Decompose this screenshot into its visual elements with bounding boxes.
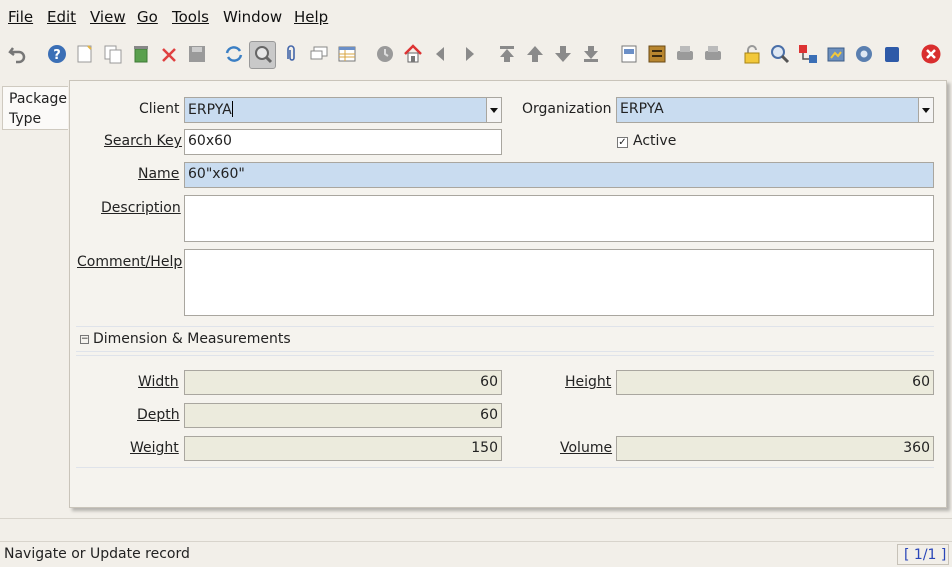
home-icon[interactable] bbox=[401, 42, 425, 66]
client-combo[interactable]: ERPYA bbox=[184, 97, 502, 123]
delete-selection-icon[interactable] bbox=[157, 42, 181, 66]
organization-value: ERPYA bbox=[620, 101, 664, 117]
tab-label-line2: Type bbox=[9, 111, 42, 127]
text-cursor bbox=[231, 101, 233, 117]
comment-help-field[interactable] bbox=[184, 249, 934, 316]
volume-label: Volume bbox=[560, 440, 613, 456]
refresh-icon[interactable] bbox=[222, 42, 246, 66]
volume-field[interactable]: 360 bbox=[616, 436, 934, 461]
close-icon[interactable] bbox=[919, 42, 943, 66]
zoom-across-icon[interactable] bbox=[768, 42, 792, 66]
print-preview-icon[interactable] bbox=[673, 42, 697, 66]
client-label: Client bbox=[139, 101, 180, 117]
forward-icon[interactable] bbox=[457, 42, 481, 66]
depth-label: Depth bbox=[137, 407, 180, 423]
last-record-icon[interactable] bbox=[579, 42, 603, 66]
menu-file[interactable]: File bbox=[8, 8, 33, 26]
back-icon[interactable] bbox=[429, 42, 453, 66]
description-field[interactable] bbox=[184, 195, 934, 242]
print-icon[interactable] bbox=[701, 42, 725, 66]
workflow-icon[interactable] bbox=[852, 42, 876, 66]
product-info-icon[interactable] bbox=[824, 42, 848, 66]
search-key-field[interactable]: 60x60 bbox=[184, 129, 502, 155]
tab-package-type[interactable]: Package Type bbox=[2, 86, 68, 130]
name-field[interactable]: 60"x60" bbox=[184, 162, 934, 188]
collapse-icon[interactable]: − bbox=[80, 335, 89, 344]
group-divider bbox=[76, 355, 934, 356]
tab-label-line1: Package bbox=[9, 91, 68, 107]
active-label: Active bbox=[633, 133, 677, 149]
undo-icon[interactable] bbox=[6, 42, 30, 66]
save-icon[interactable] bbox=[185, 42, 209, 66]
first-record-icon[interactable] bbox=[495, 42, 519, 66]
archive-icon[interactable] bbox=[645, 42, 669, 66]
weight-field[interactable]: 150 bbox=[184, 436, 502, 461]
grid-toggle-icon[interactable] bbox=[335, 42, 359, 66]
next-record-icon[interactable] bbox=[551, 42, 575, 66]
status-message: Navigate or Update record bbox=[4, 546, 190, 562]
delete-icon[interactable] bbox=[129, 42, 153, 66]
find-icon[interactable] bbox=[249, 41, 276, 69]
width-field[interactable]: 60 bbox=[184, 370, 502, 395]
svg-text:?: ? bbox=[53, 48, 61, 63]
weight-label: Weight bbox=[130, 440, 179, 456]
menu-edit[interactable]: Edit bbox=[47, 8, 76, 26]
client-dropdown-button[interactable] bbox=[486, 98, 501, 122]
report-icon[interactable] bbox=[617, 42, 641, 66]
status-separator bbox=[0, 518, 952, 519]
end-icon[interactable] bbox=[880, 42, 904, 66]
previous-record-icon[interactable] bbox=[523, 42, 547, 66]
new-record-icon[interactable] bbox=[73, 42, 97, 66]
request-icon[interactable] bbox=[796, 42, 820, 66]
chevron-down-icon bbox=[922, 107, 930, 113]
group-bottom-divider bbox=[76, 467, 934, 468]
organization-label: Organization bbox=[522, 101, 612, 117]
menu-go[interactable]: Go bbox=[137, 8, 158, 26]
dimension-group-title: Dimension & Measurements bbox=[93, 331, 291, 347]
depth-field[interactable]: 60 bbox=[184, 403, 502, 428]
height-field[interactable]: 60 bbox=[616, 370, 934, 395]
search-key-label: Search Key bbox=[104, 133, 182, 149]
organization-dropdown-button[interactable] bbox=[918, 98, 933, 122]
client-value: ERPYA bbox=[188, 102, 232, 118]
lock-icon[interactable] bbox=[740, 42, 764, 66]
help-icon[interactable]: ? bbox=[45, 42, 69, 66]
menu-tools[interactable]: Tools bbox=[172, 8, 209, 26]
history-icon[interactable] bbox=[373, 42, 397, 66]
organization-combo[interactable]: ERPYA bbox=[616, 97, 934, 123]
active-checkbox[interactable]: ✓ bbox=[617, 137, 628, 148]
height-label: Height bbox=[565, 374, 612, 390]
copy-record-icon[interactable] bbox=[101, 42, 125, 66]
dimension-group-header[interactable]: − Dimension & Measurements bbox=[76, 326, 934, 352]
chevron-down-icon bbox=[490, 107, 498, 113]
menu-window[interactable]: Window bbox=[223, 8, 282, 26]
width-label: Width bbox=[138, 374, 179, 390]
attachment-icon[interactable] bbox=[279, 42, 303, 66]
menu-bar: File Edit View Go Tools Window Help bbox=[0, 0, 952, 33]
menu-help[interactable]: Help bbox=[294, 8, 328, 26]
chat-icon[interactable] bbox=[307, 42, 331, 66]
record-navigator[interactable]: [ 1/1 ] bbox=[897, 544, 949, 565]
menu-view[interactable]: View bbox=[90, 8, 126, 26]
status-separator-2 bbox=[0, 541, 952, 542]
name-label: Name bbox=[138, 166, 180, 182]
toolbar: ? bbox=[0, 38, 952, 74]
comment-help-label: Comment/Help bbox=[77, 254, 183, 270]
description-label: Description bbox=[101, 200, 181, 216]
